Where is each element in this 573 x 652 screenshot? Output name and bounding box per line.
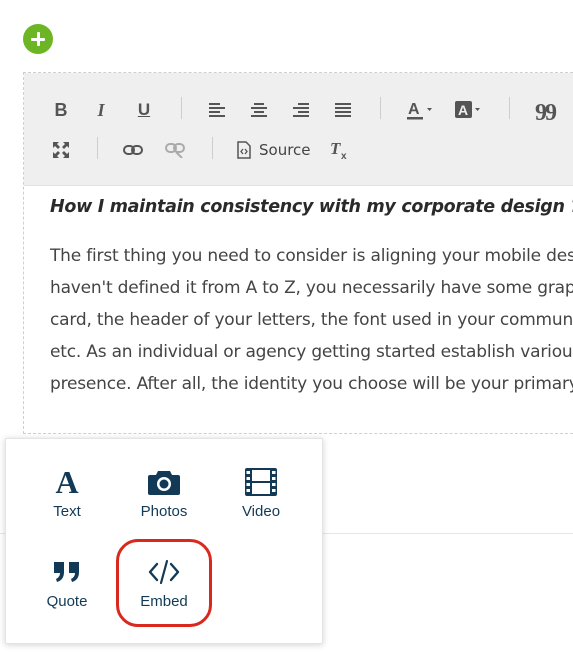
quote-icon: 99 [535,99,557,126]
insert-embed-label: Embed [140,593,188,610]
paragraph-line: haven't defined it from A to Z, you nece… [50,278,573,298]
film-icon [244,465,278,499]
toolbar-separator [212,137,213,159]
content-paragraph: The first thing you need to consider is … [50,240,573,400]
blockquote-button[interactable]: 99 [530,97,560,126]
insert-photos-option[interactable]: Photos [116,465,212,535]
source-label: Source [259,141,311,159]
toolbar-separator [181,97,182,119]
add-block-button[interactable] [23,24,53,54]
italic-button[interactable]: I [88,97,114,123]
background-color-icon: A [455,101,480,118]
remove-format-button[interactable]: T x [326,137,352,163]
svg-text:A: A [458,102,468,118]
maximize-icon [53,142,69,158]
insert-block-menu: A Text Photos Video Quote Embed [5,438,323,644]
editor-content[interactable]: How I maintain consistency with my corpo… [50,197,573,400]
remove-format-icon: T x [330,140,347,160]
italic-icon: I [97,99,105,120]
link-icon [123,145,143,155]
align-left-button[interactable] [204,97,230,123]
text-icon: A [55,464,79,500]
underline-button[interactable]: U [131,97,157,123]
text-color-button[interactable]: A [404,96,438,124]
paragraph-line: The first thing you need to consider is … [50,246,573,266]
paragraph-line: presence. After all, the identity you ch… [50,374,573,394]
toolbar-separator [97,137,98,159]
rich-text-editor: B I U A A 99 Source T x How I maintain c… [23,72,573,434]
svg-text:x: x [341,151,347,160]
align-center-button[interactable] [246,97,272,123]
insert-video-option[interactable]: Video [213,465,309,535]
insert-photos-label: Photos [140,503,188,520]
text-color-icon: A [407,101,432,120]
bold-button[interactable]: B [48,97,74,123]
editor-toolbar: B I U A A 99 Source T x [24,73,573,186]
align-justify-button[interactable] [330,97,356,123]
align-right-icon [293,103,309,117]
source-button[interactable]: Source [236,137,312,163]
insert-text-label: Text [53,503,81,520]
bold-icon: B [54,99,68,120]
paragraph-line: etc. As an individual or agency getting … [50,342,573,362]
svg-text:T: T [330,140,341,158]
align-justify-icon [335,103,351,117]
insert-quote-label: Quote [46,593,88,610]
code-icon [147,555,181,589]
quote-icon [52,555,82,589]
underline-icon: U [137,100,151,119]
insert-video-label: Video [241,503,281,520]
content-heading: How I maintain consistency with my corpo… [50,197,573,217]
paragraph-line: card, the header of your letters, the fo… [50,310,573,330]
align-center-icon [251,103,267,117]
insert-quote-option[interactable]: Quote [19,555,115,625]
svg-text:A: A [408,101,420,118]
align-left-icon [209,103,225,117]
toolbar-separator [509,97,510,119]
align-right-button[interactable] [288,97,314,123]
link-button[interactable] [120,137,146,163]
background-color-button[interactable]: A [452,96,486,124]
camera-icon [147,465,181,499]
source-icon [237,141,251,159]
toolbar-separator [380,97,381,119]
unlink-icon [165,143,185,158]
maximize-button[interactable] [48,137,74,163]
insert-embed-option[interactable]: Embed [116,555,212,625]
unlink-button[interactable] [162,137,188,163]
insert-text-option[interactable]: A Text [19,465,115,535]
